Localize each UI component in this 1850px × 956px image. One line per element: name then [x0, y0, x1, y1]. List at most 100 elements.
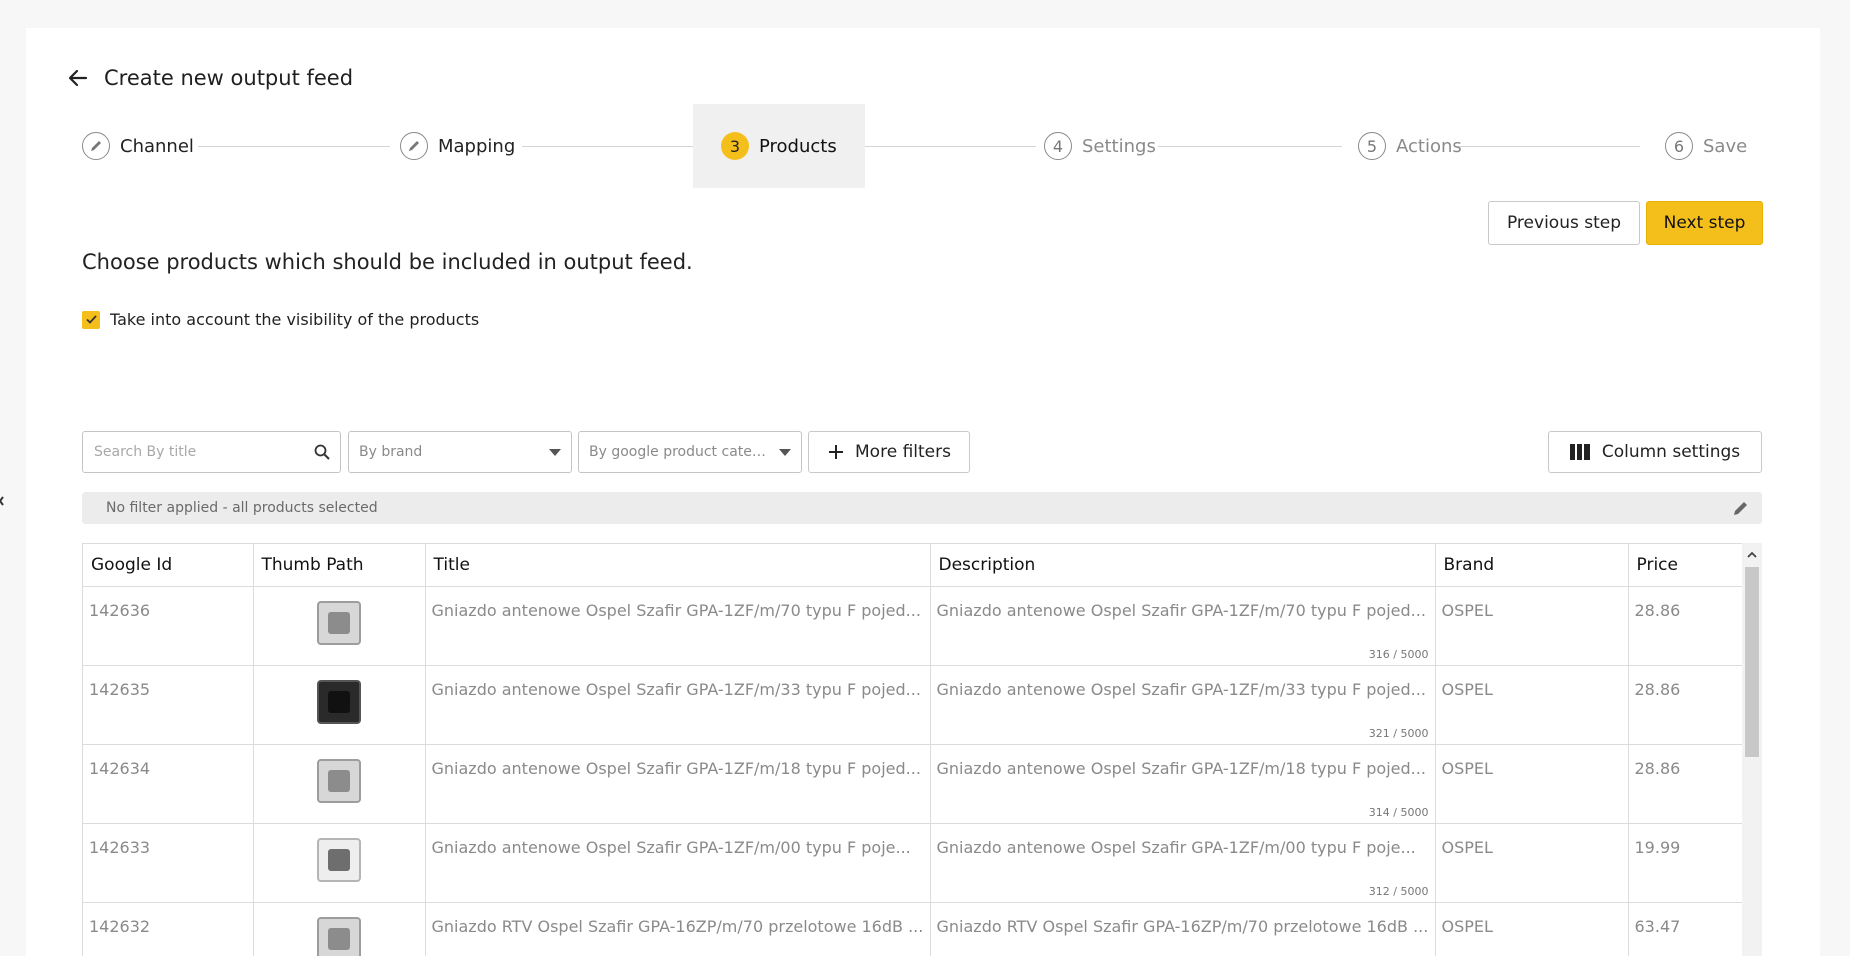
column-header[interactable]: Thumb Path — [253, 544, 426, 587]
visibility-label: Take into account the visibility of the … — [110, 310, 480, 329]
instruction-text: Choose products which should be included… — [82, 250, 693, 274]
step-settings[interactable]: 4 Settings — [1042, 104, 1158, 188]
previous-step-button[interactable]: Previous step — [1488, 201, 1640, 245]
step-label: Settings — [1082, 135, 1156, 157]
table-row[interactable]: 142634 Gniazdo antenowe Ospel Szafir GPA… — [83, 744, 1742, 824]
google-id-cell: 142635 — [83, 665, 254, 745]
pencil-icon — [82, 132, 110, 160]
description-cell[interactable]: Gniazdo antenowe Ospel Szafir GPA-1ZF/m/… — [930, 823, 1436, 903]
column-header[interactable]: Google Id — [83, 544, 254, 587]
product-thumbnail — [317, 916, 361, 956]
category-select-value: By google product categ... — [589, 444, 774, 460]
back-arrow-icon[interactable] — [66, 66, 90, 90]
step-label: Mapping — [438, 135, 516, 157]
description-text: Gniazdo antenowe Ospel Szafir GPA-1ZF/m/… — [936, 679, 1426, 699]
filter-status-bar: No filter applied - all products selecte… — [82, 492, 1762, 524]
edit-icon[interactable] — [1732, 499, 1750, 517]
char-counter: 321 / 5000 — [1368, 726, 1429, 740]
step-number: 5 — [1358, 132, 1386, 160]
column-header[interactable]: Description — [930, 544, 1436, 587]
column-header[interactable]: Title — [425, 544, 931, 587]
brand-select-value: By brand — [359, 444, 423, 460]
product-thumbnail — [317, 679, 361, 724]
step-products[interactable]: 3 Products — [693, 104, 865, 188]
description-text: Gniazdo antenowe Ospel Szafir GPA-1ZF/m/… — [936, 758, 1426, 778]
description-text: Gniazdo antenowe Ospel Szafir GPA-1ZF/m/… — [936, 600, 1426, 620]
pencil-icon — [400, 132, 428, 160]
brand-cell[interactable]: OSPEL — [1435, 586, 1629, 666]
columns-icon — [1569, 444, 1590, 460]
step-connector — [198, 146, 390, 147]
search-icon[interactable] — [313, 443, 331, 461]
table-row[interactable]: 142635 Gniazdo antenowe Ospel Szafir GPA… — [83, 665, 1742, 745]
thumb-cell — [253, 665, 426, 745]
collapse-icon[interactable] — [0, 495, 6, 507]
thumb-cell — [253, 902, 426, 956]
caret-down-icon — [779, 449, 791, 456]
price-cell[interactable]: 28.86 — [1628, 744, 1742, 824]
char-counter: 312 / 5000 — [1368, 884, 1429, 898]
scrollbar-thumb[interactable] — [1745, 567, 1759, 757]
search-input[interactable] — [83, 432, 293, 472]
description-cell[interactable]: Gniazdo antenowe Ospel Szafir GPA-1ZF/m/… — [930, 744, 1436, 824]
visibility-checkbox[interactable] — [82, 310, 100, 329]
price-cell[interactable]: 63.47 — [1628, 902, 1742, 956]
category-select[interactable]: By google product categ... — [578, 431, 802, 473]
table-row[interactable]: 142633 Gniazdo antenowe Ospel Szafir GPA… — [83, 823, 1742, 903]
caret-down-icon — [549, 449, 561, 456]
table-scrollbar[interactable] — [1742, 543, 1762, 956]
title-cell[interactable]: Gniazdo antenowe Ospel Szafir GPA-1ZF/m/… — [425, 744, 931, 824]
description-text: Gniazdo antenowe Ospel Szafir GPA-1ZF/m/… — [936, 837, 1416, 857]
products-table: Google Id Thumb Path Title Description B… — [82, 543, 1742, 956]
step-connector — [856, 146, 1036, 147]
page-header: Create new output feed — [66, 66, 353, 90]
step-number: 3 — [721, 132, 749, 160]
table-header-row: Google Id Thumb Path Title Description B… — [83, 544, 1742, 587]
step-save[interactable]: 6 Save — [1663, 104, 1749, 188]
plus-icon — [829, 445, 844, 459]
page-title: Create new output feed — [104, 66, 354, 90]
google-id-cell: 142632 — [83, 902, 254, 956]
brand-cell[interactable]: OSPEL — [1435, 823, 1629, 903]
step-mapping[interactable]: Mapping — [398, 104, 517, 188]
description-cell[interactable]: Gniazdo antenowe Ospel Szafir GPA-1ZF/m/… — [930, 586, 1436, 666]
filter-status-text: No filter applied - all products selecte… — [106, 500, 378, 516]
brand-cell[interactable]: OSPEL — [1435, 902, 1629, 956]
column-header[interactable]: Price — [1628, 544, 1742, 587]
title-cell[interactable]: Gniazdo antenowe Ospel Szafir GPA-1ZF/m/… — [425, 665, 931, 745]
step-connector — [1158, 146, 1342, 147]
search-box — [82, 431, 341, 473]
thumb-cell — [253, 586, 426, 666]
price-cell[interactable]: 19.99 — [1628, 823, 1742, 903]
step-label: Channel — [120, 135, 194, 157]
price-cell[interactable]: 28.86 — [1628, 665, 1742, 745]
chevron-up-icon[interactable] — [1746, 549, 1758, 561]
price-cell[interactable]: 28.86 — [1628, 586, 1742, 666]
brand-cell[interactable]: OSPEL — [1435, 665, 1629, 745]
step-number: 4 — [1044, 132, 1072, 160]
description-cell[interactable]: Gniazdo RTV Ospel Szafir GPA-16ZP/m/70 p… — [930, 902, 1436, 956]
brand-select[interactable]: By brand — [348, 431, 572, 473]
brand-cell[interactable]: OSPEL — [1435, 744, 1629, 824]
table-row[interactable]: 142636 Gniazdo antenowe Ospel Szafir GPA… — [83, 586, 1742, 666]
description-cell[interactable]: Gniazdo antenowe Ospel Szafir GPA-1ZF/m/… — [930, 665, 1436, 745]
column-header[interactable]: Brand — [1435, 544, 1629, 587]
column-settings-button[interactable]: Column settings — [1548, 431, 1762, 473]
google-id-cell: 142633 — [83, 823, 254, 903]
title-cell[interactable]: Gniazdo antenowe Ospel Szafir GPA-1ZF/m/… — [425, 823, 931, 903]
title-cell[interactable]: Gniazdo RTV Ospel Szafir GPA-16ZP/m/70 p… — [425, 902, 931, 956]
next-step-button[interactable]: Next step — [1646, 201, 1763, 245]
table-row[interactable]: 142632 Gniazdo RTV Ospel Szafir GPA-16ZP… — [83, 902, 1742, 956]
title-cell[interactable]: Gniazdo antenowe Ospel Szafir GPA-1ZF/m/… — [425, 586, 931, 666]
more-filters-button[interactable]: More filters — [808, 431, 970, 473]
stepper: Channel Mapping 3 Products 4 Settings 5 … — [80, 104, 1766, 188]
google-id-cell: 142634 — [83, 744, 254, 824]
step-actions[interactable]: 5 Actions — [1356, 104, 1464, 188]
step-label: Actions — [1396, 135, 1462, 157]
google-id-cell: 142636 — [83, 586, 254, 666]
step-channel[interactable]: Channel — [80, 104, 196, 188]
visibility-option: Take into account the visibility of the … — [82, 310, 479, 329]
description-text: Gniazdo RTV Ospel Szafir GPA-16ZP/m/70 p… — [936, 916, 1429, 936]
char-counter: 314 / 5000 — [1368, 805, 1429, 819]
char-counter: 316 / 5000 — [1368, 647, 1429, 661]
